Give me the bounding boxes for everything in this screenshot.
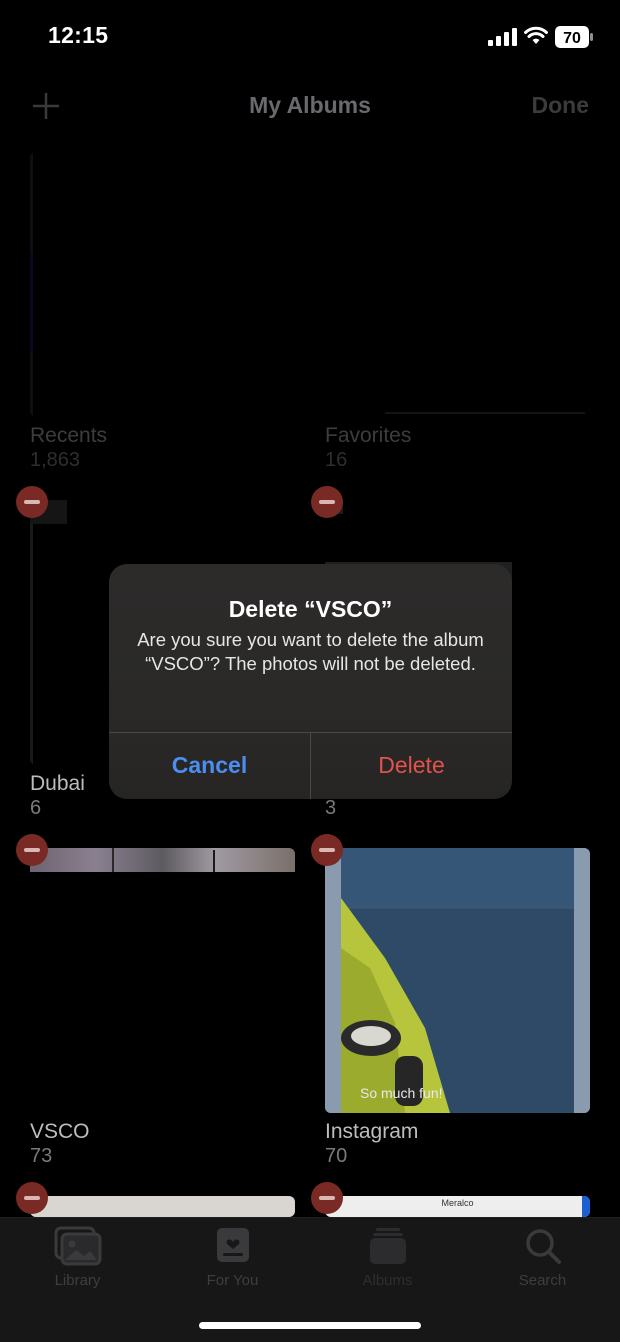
album-thumbnail[interactable]: Meralco bbox=[325, 1196, 590, 1217]
tab-library[interactable]: Library bbox=[0, 1226, 155, 1289]
remove-album-button[interactable] bbox=[16, 486, 48, 518]
tab-label: Albums bbox=[362, 1272, 413, 1289]
album-name: VSCO bbox=[30, 1120, 90, 1143]
album-name: Instagram bbox=[325, 1120, 419, 1143]
for-you-icon bbox=[216, 1228, 249, 1262]
album-thumbnail[interactable] bbox=[30, 1196, 295, 1217]
battery-level: 70 bbox=[563, 30, 581, 47]
tab-label: Library bbox=[54, 1272, 101, 1289]
photo-caption: So much fun! bbox=[360, 1085, 443, 1101]
cancel-button[interactable]: Cancel bbox=[109, 732, 310, 799]
status-bar: 12:15 70 bbox=[0, 0, 620, 72]
album-count: 1,863 bbox=[30, 449, 81, 471]
photo-library-icon bbox=[54, 1226, 101, 1266]
remove-album-button[interactable] bbox=[311, 834, 343, 866]
home-indicator[interactable] bbox=[199, 1322, 421, 1329]
album-count: 70 bbox=[325, 1145, 348, 1167]
remove-album-button[interactable] bbox=[311, 486, 343, 518]
album-name: Dubai bbox=[30, 772, 85, 795]
album-count: 6 bbox=[30, 797, 42, 819]
remove-album-button[interactable] bbox=[16, 1182, 48, 1214]
wifi-icon bbox=[524, 26, 548, 44]
battery-icon: 70 bbox=[555, 26, 593, 48]
done-button[interactable]: Done bbox=[532, 92, 590, 119]
album-thumbnail[interactable] bbox=[325, 152, 590, 417]
status-time: 12:15 bbox=[48, 22, 109, 48]
navigation-bar: My Albums Done bbox=[0, 72, 620, 136]
album-count: 73 bbox=[30, 1145, 53, 1167]
delete-button[interactable]: Delete bbox=[311, 732, 512, 799]
tab-albums[interactable]: Albums bbox=[310, 1226, 465, 1289]
alert-title: Delete “VSCO” bbox=[228, 596, 393, 622]
album-thumbnail[interactable] bbox=[30, 848, 295, 1113]
albums-icon bbox=[369, 1228, 406, 1264]
tab-for-you[interactable]: For You bbox=[155, 1226, 310, 1289]
album-count: 3 bbox=[325, 797, 337, 819]
album-name: Recents bbox=[30, 424, 108, 447]
tab-label: For You bbox=[206, 1272, 259, 1289]
remove-album-button[interactable] bbox=[311, 1182, 343, 1214]
remove-album-button[interactable] bbox=[16, 834, 48, 866]
album-thumbnail[interactable] bbox=[30, 152, 295, 417]
album-name: Favorites bbox=[325, 424, 412, 447]
receipt-header: Meralco bbox=[441, 1198, 474, 1208]
instagram-photo: So much fun! bbox=[325, 848, 590, 1113]
page-title: My Albums bbox=[249, 92, 371, 118]
tab-label: Search bbox=[518, 1272, 567, 1289]
delete-album-alert: Delete “VSCO” Are you sure you want to d… bbox=[109, 564, 512, 799]
album-thumbnail[interactable]: So much fun! bbox=[325, 848, 590, 1113]
alert-message: Are you sure you want to delete the albu… bbox=[137, 629, 484, 674]
search-icon bbox=[525, 1229, 561, 1264]
tab-search[interactable]: Search bbox=[465, 1226, 620, 1289]
cellular-signal-icon bbox=[488, 28, 517, 46]
alert-body: Delete “VSCO” Are you sure you want to d… bbox=[109, 564, 512, 732]
album-count: 16 bbox=[325, 449, 348, 471]
